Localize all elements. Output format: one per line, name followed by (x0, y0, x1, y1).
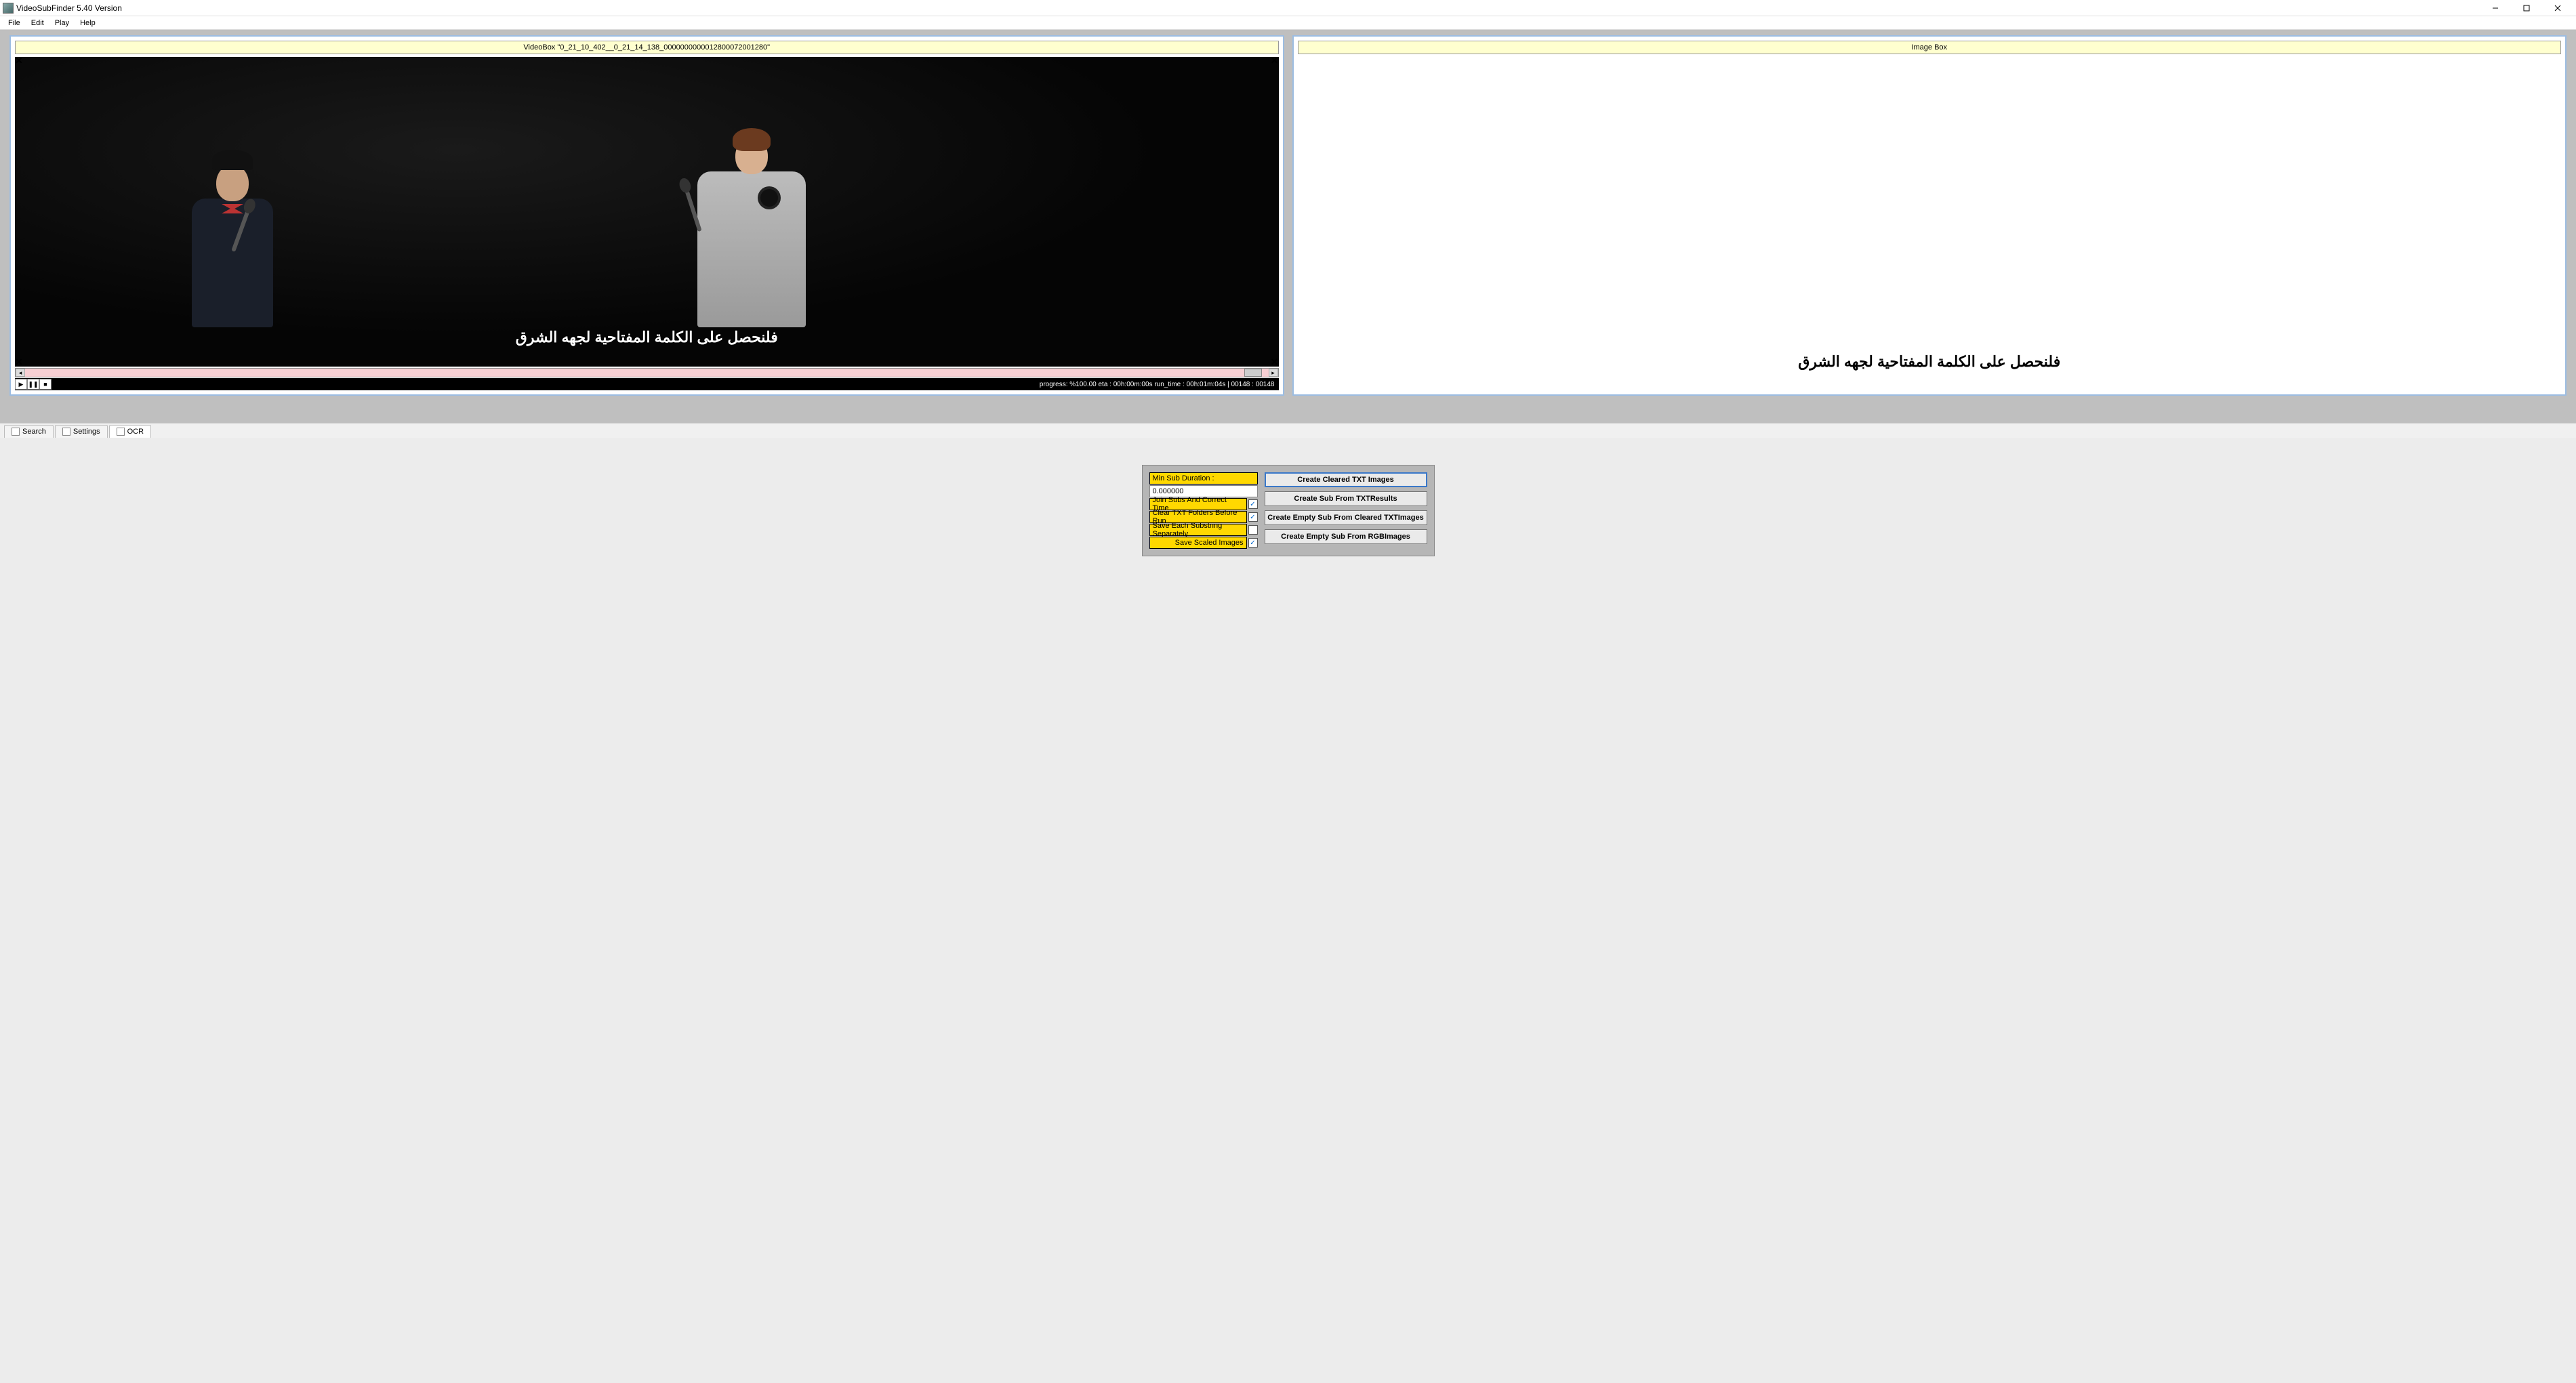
menubar: File Edit Play Help (0, 16, 2576, 30)
scroll-left-icon[interactable]: ◂ (16, 369, 25, 377)
window-controls (2480, 0, 2573, 16)
save-each-checkbox[interactable] (1248, 525, 1258, 535)
min-sub-duration-label: Min Sub Duration : (1149, 472, 1258, 484)
tab-page-icon (117, 428, 125, 436)
ocr-pane: Min Sub Duration : 0.000000 Join Subs An… (0, 438, 2576, 1383)
video-box-panel: VideoBox "0_21_10_402__0_21_14_138_00000… (9, 35, 1284, 396)
tab-page-icon (62, 428, 70, 436)
tab-label: Search (22, 428, 46, 436)
image-box-header: Image Box (1298, 41, 2562, 54)
ocr-panel: Min Sub Duration : 0.000000 Join Subs An… (1142, 465, 1435, 556)
tab-label: Settings (73, 428, 100, 436)
crop-marker-tr[interactable]: ✕ (1271, 57, 1279, 65)
timeline-thumb[interactable] (1244, 369, 1262, 377)
timeline-track[interactable] (25, 369, 1269, 377)
main-window: VideoSubFinder 5.40 Version File Edit Pl… (0, 0, 2576, 1383)
image-box-body: فلنحصل على الكلمة المفتاحية لجهه الشرق (1298, 57, 2562, 390)
app-icon (3, 3, 14, 14)
menu-file[interactable]: File (3, 18, 26, 28)
create-cleared-txt-button[interactable]: Create Cleared TXT Images (1265, 472, 1427, 487)
video-box-header: VideoBox "0_21_10_402__0_21_14_138_00000… (15, 41, 1279, 54)
close-button[interactable] (2542, 0, 2573, 16)
tab-search[interactable]: Search (4, 425, 54, 438)
titlebar: VideoSubFinder 5.40 Version (0, 0, 2576, 16)
subtitle-overlay: فلنحصل على الكلمة المفتاحية لجهه الشرق (15, 329, 1279, 346)
save-scaled-checkbox[interactable]: ✓ (1248, 538, 1258, 548)
ocr-options-column: Min Sub Duration : 0.000000 Join Subs An… (1149, 472, 1258, 549)
tab-ocr[interactable]: OCR (109, 425, 151, 438)
person-right (697, 138, 806, 341)
menu-play[interactable]: Play (49, 18, 75, 28)
tab-label: OCR (127, 428, 144, 436)
maximize-button[interactable] (2511, 0, 2542, 16)
play-button[interactable]: ▶ (15, 379, 27, 390)
crop-marker-bl[interactable]: ✕ (15, 358, 23, 367)
stop-button[interactable]: ■ (39, 379, 52, 390)
scroll-right-icon[interactable]: ▸ (1269, 369, 1278, 377)
timeline-scrollbar[interactable]: ◂ ▸ (15, 368, 1279, 377)
progress-status: progress: %100.00 eta : 00h:00m:00s run_… (52, 381, 1279, 388)
create-empty-sub-txt-button[interactable]: Create Empty Sub From Cleared TXTImages (1265, 510, 1427, 525)
image-box-panel: Image Box فلنحصل على الكلمة المفتاحية لج… (1292, 35, 2567, 396)
create-sub-txt-button[interactable]: Create Sub From TXTResults (1265, 491, 1427, 506)
crop-marker-br[interactable]: ✕ (1271, 358, 1279, 367)
tab-strip: Search Settings OCR (0, 423, 2576, 438)
save-scaled-label: Save Scaled Images (1149, 537, 1247, 549)
pause-button[interactable]: ❚❚ (27, 379, 39, 390)
menu-edit[interactable]: Edit (26, 18, 49, 28)
minimize-button[interactable] (2480, 0, 2511, 16)
save-each-label: Save Each Substring Separately (1149, 524, 1247, 536)
upper-panels: VideoBox "0_21_10_402__0_21_14_138_00000… (0, 30, 2576, 396)
video-area[interactable]: فلنحصل على الكلمة المفتاحية لجهه الشرق ✕… (15, 57, 1279, 367)
join-subs-checkbox[interactable]: ✓ (1248, 499, 1258, 509)
tab-settings[interactable]: Settings (55, 425, 108, 438)
transport-bar: ▶ ❚❚ ■ progress: %100.00 eta : 00h:00m:0… (15, 378, 1279, 390)
person-left (192, 165, 273, 341)
create-empty-sub-rgb-button[interactable]: Create Empty Sub From RGBImages (1265, 529, 1427, 544)
menu-help[interactable]: Help (75, 18, 101, 28)
window-title: VideoSubFinder 5.40 Version (16, 3, 2480, 13)
video-scene (15, 57, 1279, 367)
clear-txt-checkbox[interactable]: ✓ (1248, 512, 1258, 522)
crop-marker-tl[interactable]: ✕ (15, 57, 23, 65)
panel-gap (0, 396, 2576, 423)
ocr-buttons-column: Create Cleared TXT Images Create Sub Fro… (1265, 472, 1427, 549)
tab-page-icon (12, 428, 20, 436)
image-box-text: فلنحصل على الكلمة المفتاحية لجهه الشرق (1299, 353, 2561, 371)
